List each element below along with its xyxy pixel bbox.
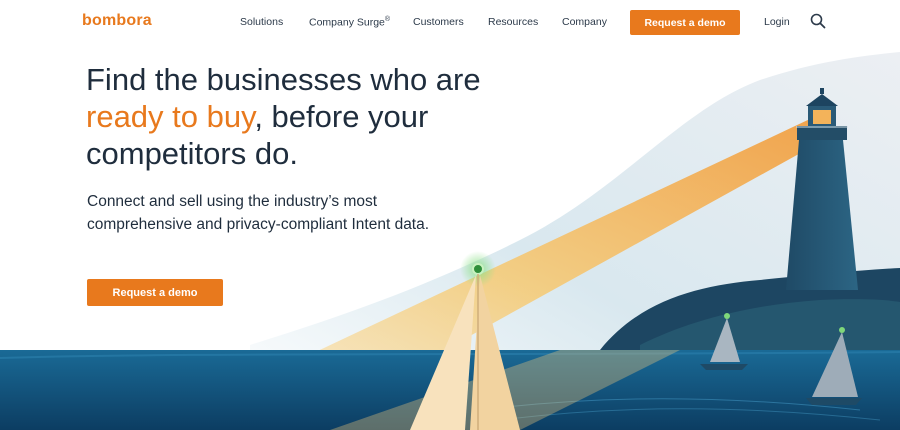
- nav-item-customers[interactable]: Customers: [413, 16, 464, 28]
- hero-headline: Find the businesses who are ready to buy…: [86, 61, 506, 172]
- hero-subtext: Connect and sell using the industry’s mo…: [87, 193, 430, 233]
- nav-item-solutions[interactable]: Solutions: [240, 16, 283, 28]
- nav-login-link[interactable]: Login: [764, 16, 790, 28]
- headline-highlight: ready to buy: [86, 99, 255, 134]
- nav-request-demo-button[interactable]: Request a demo: [630, 10, 740, 35]
- search-icon[interactable]: [810, 13, 826, 29]
- nav-item-company-surge[interactable]: Company Surge®: [309, 16, 390, 29]
- hero-request-demo-button[interactable]: Request a demo: [87, 279, 223, 306]
- registered-mark: ®: [384, 16, 391, 23]
- nav-item-company[interactable]: Company: [562, 16, 607, 28]
- nav-item-resources[interactable]: Resources: [488, 16, 538, 28]
- nav-item-label: Company Surge: [309, 16, 385, 29]
- bombora-logo[interactable]: bombora: [82, 12, 152, 30]
- top-navigation: bombora Solutions Company Surge® Custome…: [0, 0, 900, 44]
- headline-text-start: Find the businesses who are: [86, 62, 481, 97]
